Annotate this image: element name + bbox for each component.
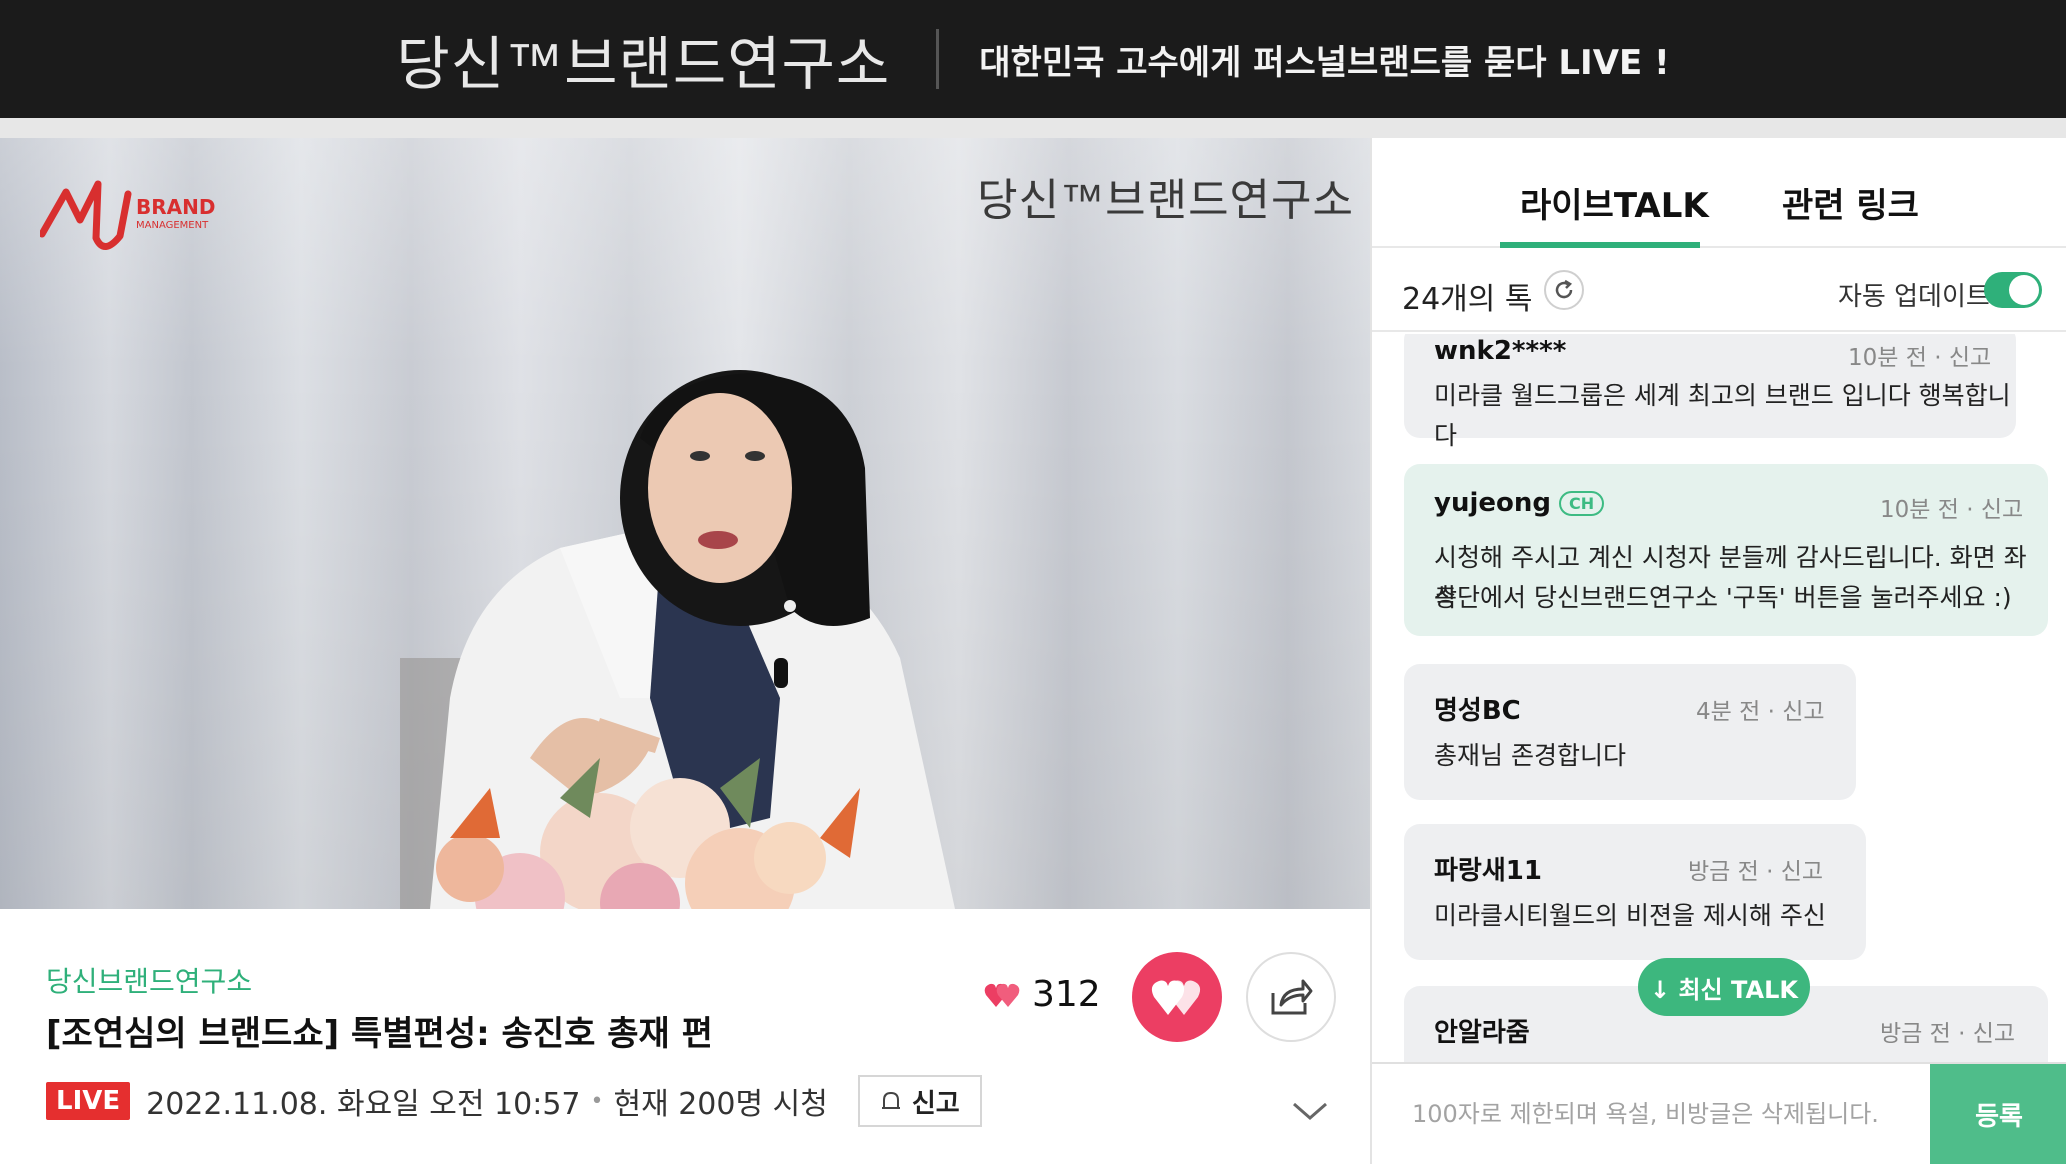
refresh-button[interactable] [1544,270,1584,310]
submit-button[interactable]: 등록 [1930,1064,2066,1164]
message-report-link[interactable]: 신고 [1981,497,2023,523]
message-report-link[interactable]: 신고 [1973,1021,2015,1047]
panel-tabs: 라이브TALK 관련 링크 [1372,138,2066,248]
broadcast-datetime: 2022.11.08. 화요일 오전 10:57 [146,1087,581,1122]
mj-logo-brand-text: BRAND [136,195,215,219]
talk-count: 24개의 톡 [1402,282,1533,317]
message-report-link[interactable]: 신고 [1782,699,1824,725]
message-meta: 4분 전 · 신고 [1696,699,1825,725]
chevron-down-icon[interactable] [1290,1098,1330,1124]
message-report-link[interactable]: 신고 [1781,859,1823,885]
message-list[interactable]: wnk2**** 10분 전 · 신고 미라클 월드그룹은 세계 최고의 브랜드… [1372,334,2066,1062]
live-status-row: LIVE 2022.11.08. 화요일 오전 10:57 • 현재 200명 … [46,1075,982,1127]
live-badge: LIVE [46,1082,131,1120]
message-meta: 방금 전 · 신고 [1880,1021,2016,1047]
banner-tagline: 대한민국 고수에게 퍼스널브랜드를 묻다 LIVE ! [979,42,1670,83]
message-username[interactable]: 파랑새11 [1434,850,1542,887]
like-button[interactable] [1132,952,1222,1042]
talk-input[interactable] [1372,1064,1928,1164]
talk-header: 24개의 톡 자동 업데이트 [1372,248,2066,332]
message-meta: 방금 전 · 신고 [1688,859,1824,885]
message-time: 10분 전 [1848,345,1927,371]
live-talk-panel: 라이브TALK 관련 링크 24개의 톡 자동 업데이트 wnk2**** 10… [1370,138,2066,1164]
message-username[interactable]: wnk2**** [1434,336,1566,366]
banner-logo: 당신™브랜드연구소 [396,30,891,98]
refresh-icon [1555,279,1573,299]
video-watermark: 당신™브랜드연구소 [977,175,1354,226]
message-time: 10분 전 [1880,497,1959,523]
message-username[interactable]: yujeong CH [1434,488,1605,518]
message-text: 미라클시티월드의 비젼을 제시해 주신 [1434,901,1826,930]
message-time: 4분 전 [1696,699,1761,725]
alarm-icon [881,1091,900,1109]
heart-icon [1151,980,1201,1015]
talk-message: yujeong CH 10분 전 · 신고 시청해 주시고 계신 시청자 분들께 … [1404,464,2048,636]
talk-message: 명성BC 4분 전 · 신고 총재님 존경합니다 [1404,664,1856,800]
share-icon [1271,979,1313,1015]
channel-badge: CH [1559,491,1605,516]
talk-message: 파랑새11 방금 전 · 신고 미라클시티월드의 비젼을 제시해 주신 [1404,824,1866,960]
hearts-icon [984,983,1020,1007]
mj-brand-logo: BRAND MANAGEMENT [40,180,215,250]
video-player[interactable]: BRAND MANAGEMENT 당신™브랜드연구소 [0,138,1370,909]
message-time: 방금 전 [1880,1021,1951,1047]
message-text: 총재님 존경합니다 [1434,741,1626,770]
viewer-count: 현재 200명 시청 [613,1087,828,1122]
message-meta: 10분 전 · 신고 [1848,345,1992,371]
newest-talk-button[interactable]: ↓ 최신 TALK [1638,958,1810,1016]
message-username-text: yujeong [1434,488,1551,518]
share-button[interactable] [1246,952,1336,1042]
message-username[interactable]: 명성BC [1434,690,1521,727]
auto-update-toggle[interactable] [1984,272,2042,308]
broadcast-title: [조연심의 브랜드쇼] 특별편성: 송진호 총재 편 [46,1014,713,1054]
banner-spacer [0,118,2066,138]
auto-update-label: 자동 업데이트 [1838,282,1990,312]
separator-dot: • [590,1088,604,1114]
toggle-knob [2009,275,2039,305]
mj-logo-sub-text: MANAGEMENT [136,220,209,231]
message-username[interactable]: 안알라줌 [1434,1012,1530,1049]
talk-input-area: 등록 [1372,1062,2066,1164]
message-text: 상단에서 당신브랜드연구소 '구독' 버튼을 눌러주세요 :) [1434,583,2012,612]
message-text: 미라클 월드그룹은 세계 최고의 브랜드 입니다 행복합니다 [1434,381,2011,450]
banner-divider [936,29,940,89]
channel-name[interactable]: 당신브랜드연구소 [46,960,252,1000]
message-meta: 10분 전 · 신고 [1880,497,2024,523]
message-report-link[interactable]: 신고 [1949,345,1991,371]
tab-related-links[interactable]: 관련 링크 [1782,178,1919,227]
like-counter: 312 [984,974,1101,1015]
message-time: 방금 전 [1688,859,1759,885]
top-banner: 당신™브랜드연구소 대한민국 고수에게 퍼스널브랜드를 묻다 LIVE ! [0,0,2066,118]
talk-message: wnk2**** 10분 전 · 신고 미라클 월드그룹은 세계 최고의 브랜드… [1404,334,2016,450]
report-button-label: 신고 [911,1087,960,1118]
like-count: 312 [1032,974,1101,1015]
report-button[interactable]: 신고 [857,1075,982,1127]
tab-live-talk[interactable]: 라이브TALK [1520,178,1709,227]
